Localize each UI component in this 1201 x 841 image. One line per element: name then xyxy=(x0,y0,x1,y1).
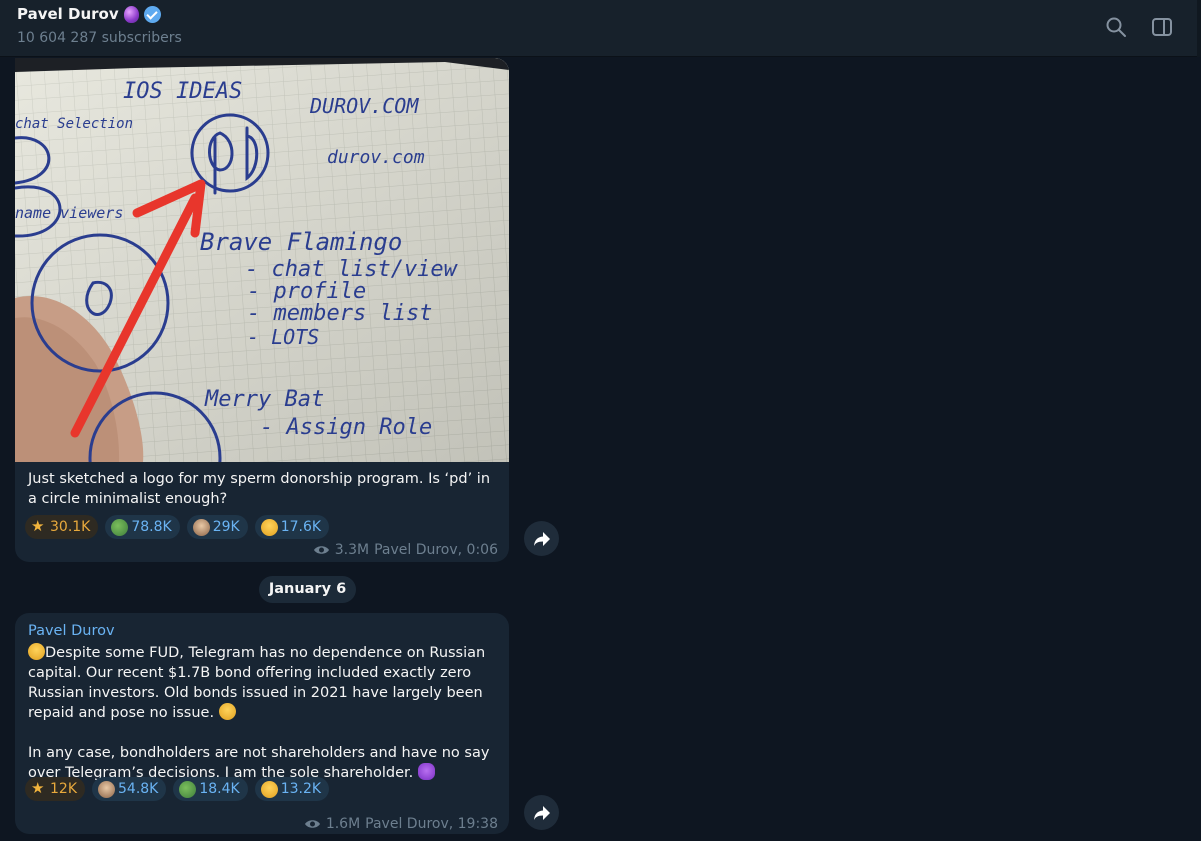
relieved-face-icon xyxy=(218,703,236,720)
star-icon xyxy=(31,517,47,536)
message-text: Despite some FUD, Telegram has no depend… xyxy=(28,643,498,783)
reactions-bar: 12K 54.8K 18.4K 13.2K xyxy=(25,777,330,801)
photo-image: IOS IDEAS DUROV.COM durov.com chat Selec… xyxy=(15,58,509,462)
message-meta: 3.3M Pavel Durov, 0:06 xyxy=(313,542,498,558)
photo-text-assign-role: - Assign Role xyxy=(260,415,432,440)
reaction-man[interactable]: 54.8K xyxy=(92,777,167,801)
chat-header: Pavel Durov 10 604 287 subscribers xyxy=(0,0,1201,57)
share-button[interactable] xyxy=(524,795,559,830)
views-icon xyxy=(313,546,329,554)
channel-title[interactable]: Pavel Durov xyxy=(17,5,161,23)
man-icon xyxy=(192,518,210,536)
photo-text-members-list: - members list xyxy=(247,301,432,326)
verified-icon xyxy=(143,5,161,23)
photo-text-name-viewers: name viewers xyxy=(15,204,123,222)
frog-icon xyxy=(111,518,129,536)
frowning-face-icon xyxy=(28,643,45,660)
message-text: Just sketched a logo for my sperm donors… xyxy=(28,471,491,507)
reaction-star[interactable]: 30.1K xyxy=(25,515,99,539)
reaction-count: 13.2K xyxy=(280,781,322,797)
reaction-count: 54.8K xyxy=(118,781,159,797)
photo-text-lots: - LOTS xyxy=(247,325,319,349)
channel-name[interactable]: Pavel Durov xyxy=(17,5,119,23)
reaction-crying-laugh[interactable]: 17.6K xyxy=(254,515,330,539)
sender-name[interactable]: Pavel Durov xyxy=(28,623,115,639)
window-edge xyxy=(1197,0,1201,57)
message-paragraph: Despite some FUD, Telegram has no depend… xyxy=(28,645,486,721)
notebook-sketch-photo[interactable]: IOS IDEAS DUROV.COM durov.com chat Selec… xyxy=(15,58,509,462)
reaction-frog[interactable]: 18.4K xyxy=(173,777,248,801)
post-signature: Pavel Durov, 0:06 xyxy=(374,542,498,558)
crying-laugh-icon xyxy=(260,518,278,536)
reaction-count: 29K xyxy=(212,519,240,535)
photo-text-durov-com: DUROV.COM xyxy=(309,94,419,118)
photo-text-merry-bat: Merry Bat xyxy=(204,387,324,412)
emoji-status-icon[interactable] xyxy=(123,5,139,23)
reactions-bar: 30.1K 78.8K 29K 17.6K xyxy=(25,515,330,539)
message-bubble[interactable]: Pavel Durov Despite some FUD, Telegram h… xyxy=(15,613,509,834)
date-separator: January 6 xyxy=(259,576,356,603)
star-icon xyxy=(31,779,47,798)
photo-text-durov-com-script: durov.com xyxy=(327,147,425,168)
reaction-frog[interactable]: 78.8K xyxy=(105,515,180,539)
reaction-star[interactable]: 12K xyxy=(25,777,85,801)
reaction-count: 78.8K xyxy=(131,519,172,535)
photo-text-ios-ideas: IOS IDEAS xyxy=(123,79,242,104)
share-button[interactable] xyxy=(524,521,559,556)
subscriber-count: 10 604 287 subscribers xyxy=(17,30,182,46)
reaction-count: 12K xyxy=(50,781,77,797)
photo-text-chat-selection: chat Selection xyxy=(15,116,133,132)
reaction-count: 30.1K xyxy=(50,519,91,535)
reaction-crying-laugh[interactable]: 13.2K xyxy=(254,777,330,801)
reaction-count: 18.4K xyxy=(199,781,240,797)
photo-text-brave-flamingo: Brave Flamingo xyxy=(200,228,402,256)
frog-icon xyxy=(179,780,197,798)
sidebar-toggle-icon[interactable] xyxy=(1150,15,1174,39)
view-count: 1.6M xyxy=(325,816,361,832)
message-meta: 1.6M Pavel Durov, 19:38 xyxy=(304,816,498,832)
smiling-devil-icon xyxy=(417,763,435,780)
views-icon xyxy=(304,820,320,828)
forward-arrow-icon xyxy=(533,531,550,546)
reaction-man[interactable]: 29K xyxy=(186,515,248,539)
man-icon xyxy=(98,780,115,798)
post-signature: Pavel Durov, 19:38 xyxy=(365,816,498,832)
crying-laugh-icon xyxy=(260,780,278,798)
reaction-count: 17.6K xyxy=(280,519,322,535)
view-count: 3.3M xyxy=(334,542,370,558)
forward-arrow-icon xyxy=(533,805,550,820)
search-icon[interactable] xyxy=(1104,15,1128,39)
message-bubble[interactable]: IOS IDEAS DUROV.COM durov.com chat Selec… xyxy=(15,58,509,562)
